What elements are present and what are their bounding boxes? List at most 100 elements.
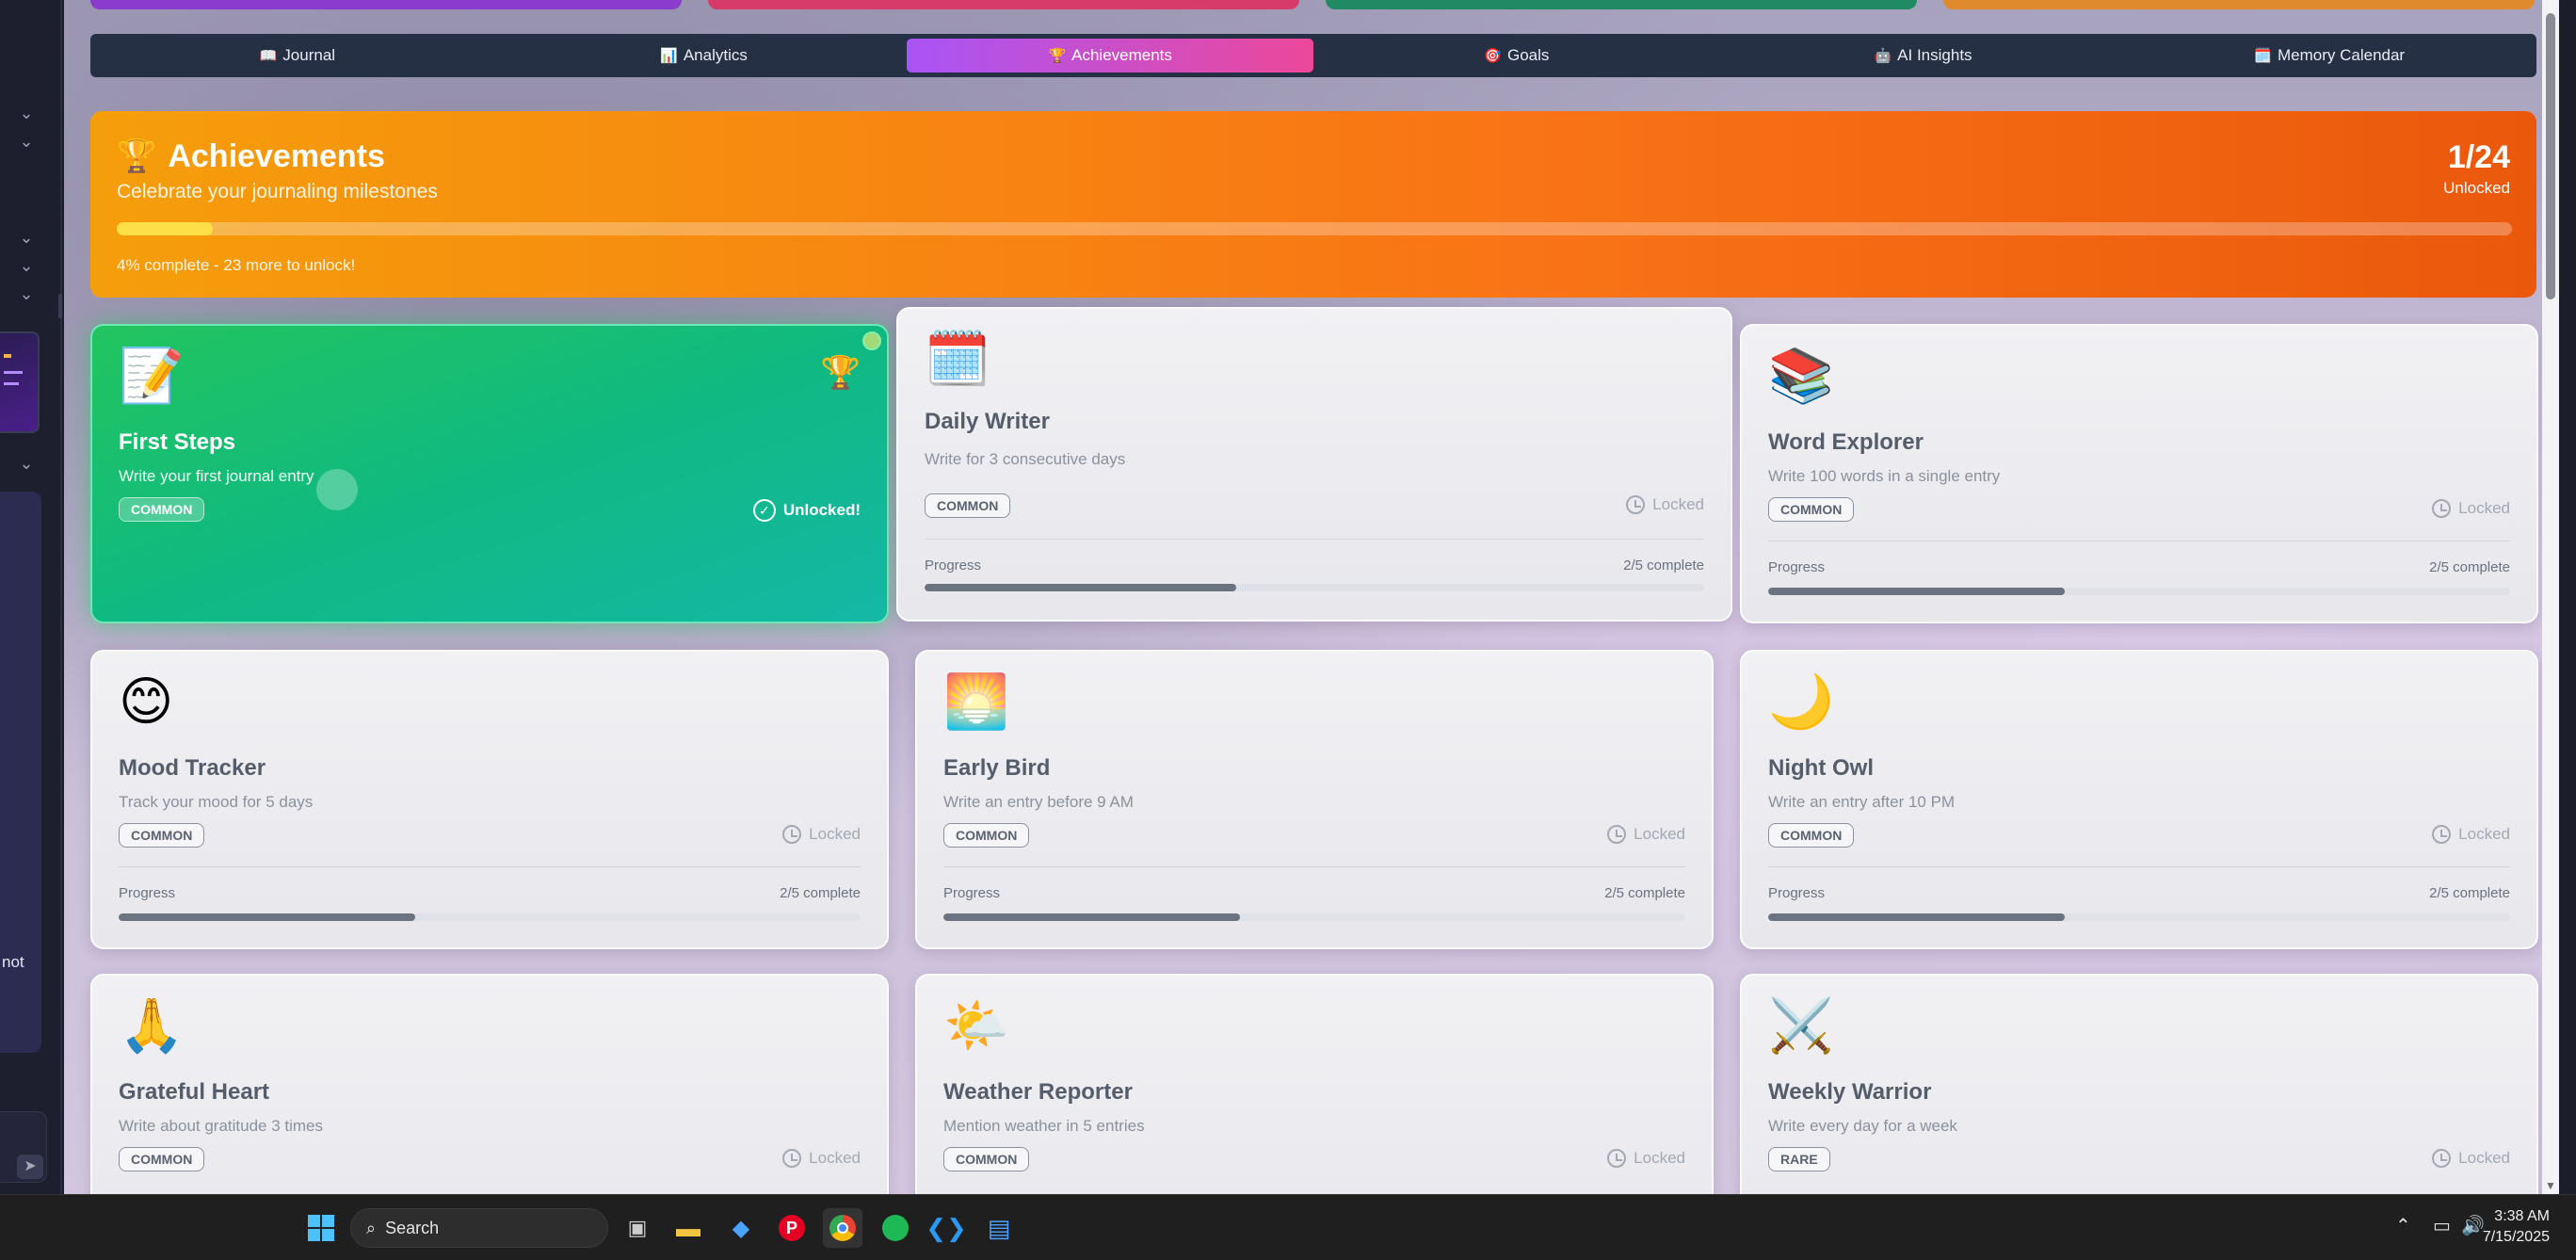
achievement-title: Mood Tracker	[119, 755, 266, 781]
scrollbar-thumb[interactable]	[2546, 13, 2555, 299]
divider	[119, 866, 861, 867]
achievement-title: Word Explorer	[1768, 429, 1924, 455]
achievement-icon: 📝	[119, 346, 185, 405]
achievement-card[interactable]: 🌤️ Weather Reporter Mention weather in 5 e…	[915, 974, 1714, 1194]
clock-icon	[2432, 825, 2452, 844]
spotify-icon[interactable]	[876, 1208, 915, 1248]
progress-fill	[943, 913, 1241, 921]
stat-card-top	[1943, 0, 2535, 9]
achievement-description: Write 100 words in a single entry	[1768, 467, 2001, 485]
status-label: Locked	[1626, 495, 1704, 514]
achievement-card[interactable]: 😊 Mood Tracker Track your mood for 5 days C…	[90, 650, 889, 949]
clock-icon	[782, 1149, 802, 1168]
achievement-description: Track your mood for 5 days	[119, 793, 314, 811]
achievement-card[interactable]: 🌅 Early Bird Write an entry before 9 AM COM…	[915, 650, 1714, 949]
achievement-icon: 🌅	[943, 671, 1009, 731]
trophy-icon: 🏆	[117, 138, 157, 174]
chevron-up-icon[interactable]: ⌃	[2395, 1214, 2411, 1237]
chevron-down-icon[interactable]: ⌄	[17, 256, 36, 275]
achievement-icon: 🙏	[119, 995, 185, 1055]
unlocked-label: Unlocked	[2443, 179, 2510, 197]
achievement-card[interactable]: 🌙 Night Owl Write an entry after 10 PM COMM…	[1740, 650, 2538, 949]
status-text: Unlocked!	[782, 501, 861, 519]
achievement-card[interactable]: 📝 First Steps Write your first journal ent…	[90, 324, 889, 623]
achievement-description: Write an entry before 9 AM	[943, 793, 1134, 811]
send-icon[interactable]: ➤	[17, 1155, 43, 1179]
tab-analytics[interactable]: 📊 Analytics	[501, 39, 908, 73]
achievement-description: Write about gratitude 3 times	[119, 1117, 324, 1135]
chevron-down-icon[interactable]: ⌄	[17, 284, 36, 303]
status-label: ✓ Unlocked!	[752, 499, 861, 522]
preview-thumbnail[interactable]	[0, 331, 40, 433]
resize-handle[interactable]	[58, 294, 62, 318]
clock-icon	[1607, 1149, 1627, 1168]
clock-icon	[2432, 499, 2452, 518]
achievement-card[interactable]: 🙏 Grateful Heart Write about gratitude 3 t…	[90, 974, 889, 1194]
taskbar-clock[interactable]: 3:38 AM 7/15/2025	[2483, 1206, 2550, 1248]
status-text: Locked	[2458, 499, 2510, 517]
progress-fill	[1768, 913, 2066, 921]
sidebar-text-fragment: not	[2, 953, 24, 971]
left-sidebar: ⌄ ⌄ ⌄ ⌄ ⌄ ⌄ not ➤	[0, 0, 62, 1194]
achievement-card[interactable]: 📚 Word Explorer Write 100 words in a singl…	[1740, 324, 2538, 623]
network-icon[interactable]: ▭	[2433, 1214, 2451, 1237]
chevron-down-icon[interactable]: ⌄	[17, 132, 36, 151]
achievement-description: Write your first journal entry	[119, 467, 314, 485]
status-text: Locked	[2458, 825, 2510, 843]
rarity-badge: COMMON	[1768, 497, 1855, 522]
tab-memory-calendar[interactable]: 🗓️ Memory Calendar	[2126, 39, 2533, 73]
achievement-title: Night Owl	[1768, 755, 1874, 781]
main-content: 📖 Journal 📊 Analytics 🏆 Achievements 🎯 Goals…	[64, 0, 2559, 1194]
chevron-down-icon[interactable]: ⌄	[17, 104, 36, 122]
file-explorer-icon[interactable]: ▬	[668, 1208, 708, 1248]
progress-label: Progress	[1768, 885, 1826, 901]
clock-time: 3:38 AM	[2494, 1208, 2550, 1224]
rarity-badge: COMMON	[1768, 823, 1855, 848]
achievement-title: Early Bird	[943, 755, 1051, 781]
rarity-badge: COMMON	[943, 1147, 1030, 1171]
chevron-down-icon[interactable]: ⌄	[17, 454, 36, 473]
tab-journal[interactable]: 📖 Journal	[94, 39, 501, 73]
progress-bar	[925, 584, 1704, 591]
vscode-icon[interactable]: ❮❯	[926, 1208, 967, 1248]
progress-label: Progress	[119, 885, 176, 901]
tab-achievements[interactable]: 🏆 Achievements	[907, 39, 1314, 73]
windows-start-icon[interactable]	[301, 1208, 341, 1248]
clock-icon	[782, 825, 802, 844]
unlocked-count: 1/24	[2447, 139, 2510, 175]
pinterest-icon[interactable]: P	[772, 1208, 812, 1248]
status-text: Locked	[2458, 1149, 2510, 1167]
app-icon[interactable]: ◆	[721, 1208, 761, 1248]
achievement-card[interactable]: 🗓️ Daily Writer Write for 3 consecutive da…	[896, 307, 1732, 622]
achievement-title: Weekly Warrior	[1768, 1079, 1932, 1105]
tab-goals[interactable]: 🎯 Goals	[1313, 39, 1720, 73]
notepad-icon[interactable]: ▤	[979, 1208, 1019, 1248]
tab-label: AI Insights	[1897, 46, 1972, 64]
rarity-badge: COMMON	[925, 493, 1011, 518]
achievement-description: Write for 3 consecutive days	[925, 450, 1126, 468]
progress-value: 2/5 complete	[2429, 885, 2510, 901]
divider	[925, 539, 1704, 540]
tab-ai-insights[interactable]: 🤖 AI Insights	[1720, 39, 2127, 73]
rarity-badge: COMMON	[943, 823, 1030, 848]
achievement-description: Write an entry after 10 PM	[1768, 793, 1956, 811]
chrome-icon[interactable]	[823, 1208, 862, 1248]
volume-icon[interactable]: 🔊	[2461, 1214, 2485, 1237]
achievement-card[interactable]: ⚔️ Weekly Warrior Write every day for a we…	[1740, 974, 2538, 1194]
status-text: Locked	[1634, 1149, 1685, 1167]
progress-bar	[119, 913, 861, 921]
progress-label: Progress	[943, 885, 1001, 901]
taskbar-search[interactable]: ⌕ Search	[350, 1208, 608, 1248]
scroll-down-icon[interactable]: ▼	[2545, 1179, 2556, 1192]
clock-icon	[1626, 495, 1646, 514]
chevron-down-icon[interactable]: ⌄	[17, 228, 36, 247]
task-view-icon[interactable]: ▣	[618, 1208, 657, 1248]
clock-icon	[1607, 825, 1627, 844]
status-label: Locked	[1607, 1149, 1685, 1168]
scrollbar[interactable]: ▼	[2542, 0, 2559, 1194]
achievement-icon: 😊	[119, 671, 174, 731]
achievement-icon: 🌤️	[943, 995, 1009, 1055]
rarity-badge: RARE	[1768, 1147, 1830, 1171]
calendar-icon: 🗓️	[2254, 48, 2272, 64]
status-text: Locked	[809, 1149, 861, 1167]
